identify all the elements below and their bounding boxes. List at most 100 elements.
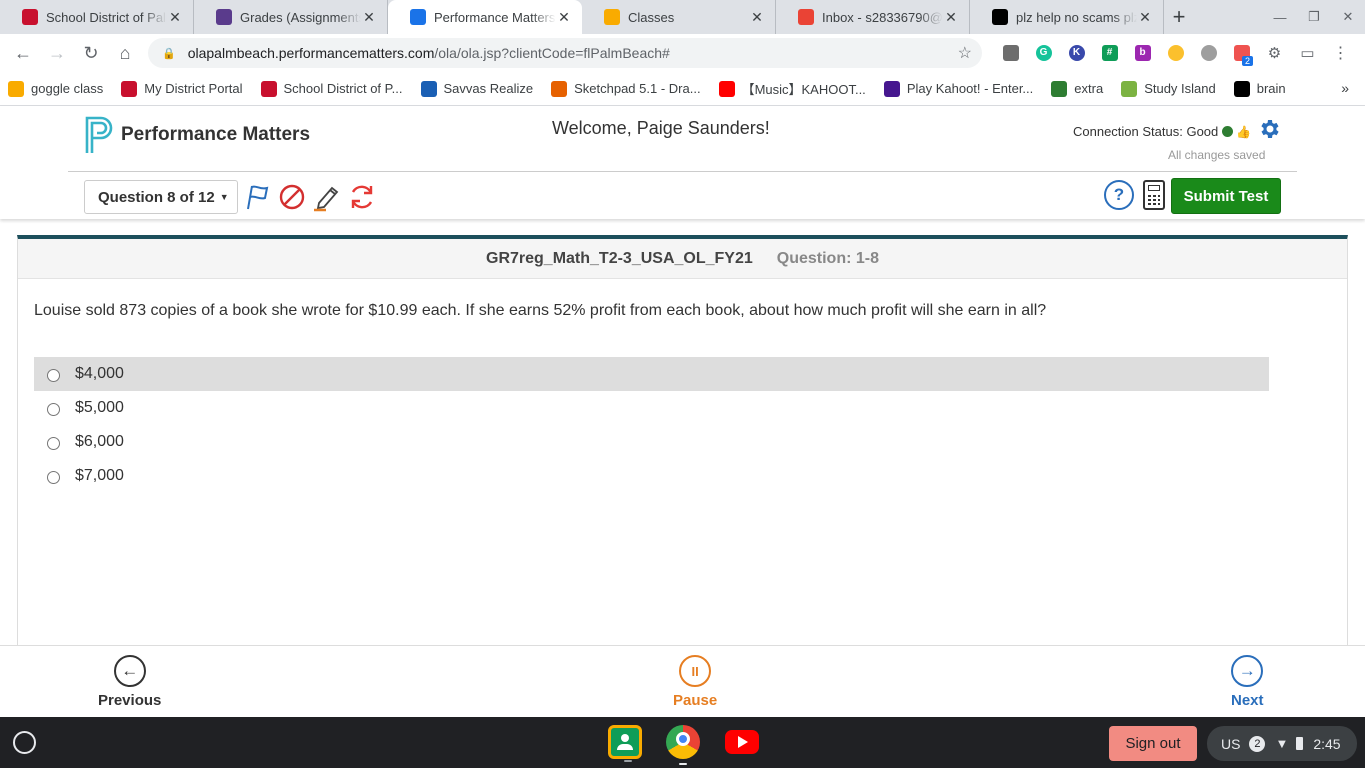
previous-button[interactable]: ← Previous <box>98 655 161 709</box>
bookmark-item[interactable]: My District Portal <box>121 80 243 97</box>
footer-nav: ← Previous II Pause → Next <box>0 645 1365 717</box>
puzzle-icon[interactable]: ⚙ <box>1258 38 1291 68</box>
previous-label: Previous <box>98 692 162 709</box>
running-indicator <box>679 763 687 765</box>
browser-toolbar: ← → ↻ ⌂ 🔒 olapalmbeach.performancematter… <box>0 34 1365 72</box>
home-icon[interactable]: ⌂ <box>108 36 142 70</box>
question-stem: Louise sold 873 copies of a book she wro… <box>34 302 1047 319</box>
district-seal-icon <box>22 9 38 25</box>
browser-tab[interactable]: Classes ✕ <box>582 0 776 34</box>
bookmarks-bar: goggle class My District Portal School Dis… <box>0 72 1365 106</box>
reset-icon[interactable] <box>347 182 377 212</box>
extensions-area: G K # b 2 ⚙ ▭ ⋮ <box>994 38 1357 68</box>
google-classroom-icon <box>604 9 620 25</box>
close-window-icon[interactable]: ✕ <box>1331 0 1365 34</box>
running-indicator <box>624 760 632 762</box>
browser-tab[interactable]: plz help no scams plz ✕ <box>970 0 1164 34</box>
sheets-icon[interactable]: # <box>1093 38 1126 68</box>
radio-button[interactable] <box>47 470 60 484</box>
extension-icon[interactable] <box>994 38 1027 68</box>
flag-icon[interactable] <box>243 182 273 212</box>
kami-icon[interactable]: K <box>1060 38 1093 68</box>
bookmark-item[interactable]: goggle class <box>8 80 104 97</box>
bookmark-item[interactable]: extra <box>1051 80 1103 97</box>
tab-title: Performance Matters <box>434 9 556 25</box>
eliminate-icon[interactable] <box>277 182 307 212</box>
pause-button[interactable]: II Pause <box>673 655 717 709</box>
minimize-icon[interactable]: — <box>1263 0 1297 34</box>
back-icon[interactable]: ← <box>6 36 40 70</box>
url-path: /ola/ola.jsp?clientCode=flPalmBeach# <box>434 45 670 61</box>
close-tab-icon[interactable]: ✕ <box>749 9 765 26</box>
answer-option[interactable]: $4,000 <box>34 357 1269 391</box>
radio-button[interactable] <box>47 368 60 382</box>
bookmark-item[interactable]: Study Island <box>1121 80 1216 97</box>
bookmark-item[interactable]: Play Kahoot! - Enter... <box>883 80 1033 97</box>
lock-icon[interactable]: 🔒 <box>162 47 176 60</box>
question-header: GR7reg_Math_T2-3_USA_OL_FY21 Question: 1… <box>18 239 1347 279</box>
menu-kebab-icon[interactable]: ⋮ <box>1324 38 1357 68</box>
badge-extension-icon[interactable]: 2 <box>1225 38 1258 68</box>
question-panel: GR7reg_Math_T2-3_USA_OL_FY21 Question: 1… <box>17 235 1348 645</box>
new-tab-button[interactable]: + <box>1164 0 1194 34</box>
google-classroom-app-icon[interactable] <box>608 725 642 762</box>
bookmark-item[interactable]: Sketchpad 5.1 - Dra... <box>551 80 701 97</box>
reload-icon[interactable]: ↻ <box>74 36 108 70</box>
bookmark-label: My District Portal <box>144 81 243 96</box>
bookmark-item[interactable]: School District of P... <box>260 80 403 97</box>
sign-out-button[interactable]: Sign out <box>1109 726 1197 761</box>
battery-icon <box>1296 737 1304 750</box>
calculator-icon[interactable] <box>1143 180 1165 210</box>
launcher-icon[interactable] <box>13 731 36 754</box>
bookmark-star-icon[interactable]: ☆ <box>958 43 972 63</box>
arrow-left-icon: ← <box>113 655 146 687</box>
gear-icon[interactable] <box>1257 117 1281 141</box>
answer-option[interactable]: $7,000 <box>34 459 1269 493</box>
close-tab-icon[interactable]: ✕ <box>361 9 377 26</box>
submit-test-button[interactable]: Submit Test <box>1171 178 1281 214</box>
next-button[interactable]: → Next <box>1231 655 1264 709</box>
bookmark-item[interactable]: 【Music】KAHOOT... <box>718 79 866 98</box>
close-tab-icon[interactable]: ✕ <box>1137 9 1153 26</box>
question-selector[interactable]: Question 8 of 12 ▼ <box>84 180 238 214</box>
close-tab-icon[interactable]: ✕ <box>556 9 572 26</box>
answer-option-label: $5,000 <box>75 399 124 416</box>
status-tray[interactable]: US 2 ▼ 2:45 <box>1207 726 1357 761</box>
status-dot-icon <box>1222 126 1234 137</box>
browser-tab[interactable]: School District of Palm Beach✕ <box>0 0 194 34</box>
hand-icon[interactable] <box>1159 38 1192 68</box>
restore-icon[interactable]: ❐ <box>1297 0 1331 34</box>
bookmark-item[interactable]: Savvas Realize <box>420 80 533 97</box>
answer-option[interactable]: $6,000 <box>34 425 1269 459</box>
cast-icon[interactable]: ▭ <box>1291 38 1324 68</box>
answer-option[interactable]: $5,000 <box>34 391 1269 425</box>
tab-title: School District of Palm Beach <box>46 9 167 25</box>
grammarly-icon[interactable]: G <box>1027 38 1060 68</box>
browser-tab[interactable]: Performance Matters ✕ <box>388 0 582 34</box>
more-bookmarks-icon[interactable]: » <box>1341 80 1349 96</box>
close-tab-icon[interactable]: ✕ <box>943 9 959 26</box>
forward-icon[interactable]: → <box>40 36 74 70</box>
chrome-app-icon[interactable] <box>666 725 700 765</box>
highlighter-pencil-icon[interactable] <box>312 182 342 212</box>
browser-tab[interactable]: Inbox - s28336790@st ✕ <box>776 0 970 34</box>
brainly-ext-icon[interactable]: b <box>1126 38 1159 68</box>
close-tab-icon[interactable]: ✕ <box>167 9 183 26</box>
window-controls: — ❐ ✕ <box>1263 0 1365 34</box>
youtube-app-icon[interactable] <box>725 730 759 754</box>
tab-title: Classes <box>628 9 675 25</box>
answer-options: $4,000 $5,000 $6,000 $7,000 <box>34 357 1269 493</box>
radio-button[interactable] <box>47 402 60 416</box>
pause-icon: II <box>679 655 712 687</box>
help-icon[interactable]: ? <box>1104 180 1134 210</box>
browser-tab[interactable]: Grades (Assignments) ✕ <box>194 0 388 34</box>
bookmark-item[interactable]: brain <box>1233 80 1286 97</box>
incognito-icon[interactable] <box>1192 38 1225 68</box>
test-code: GR7reg_Math_T2-3_USA_OL_FY21 <box>486 249 753 267</box>
youtube-icon <box>718 80 735 97</box>
address-bar[interactable]: 🔒 olapalmbeach.performancematters.com/ol… <box>148 38 982 68</box>
radio-button[interactable] <box>47 436 60 450</box>
performance-matters-icon <box>410 9 426 25</box>
tab-list: School District of Palm Beach✕Grades (As… <box>0 0 1164 34</box>
bookmark-label: goggle class <box>31 81 104 96</box>
